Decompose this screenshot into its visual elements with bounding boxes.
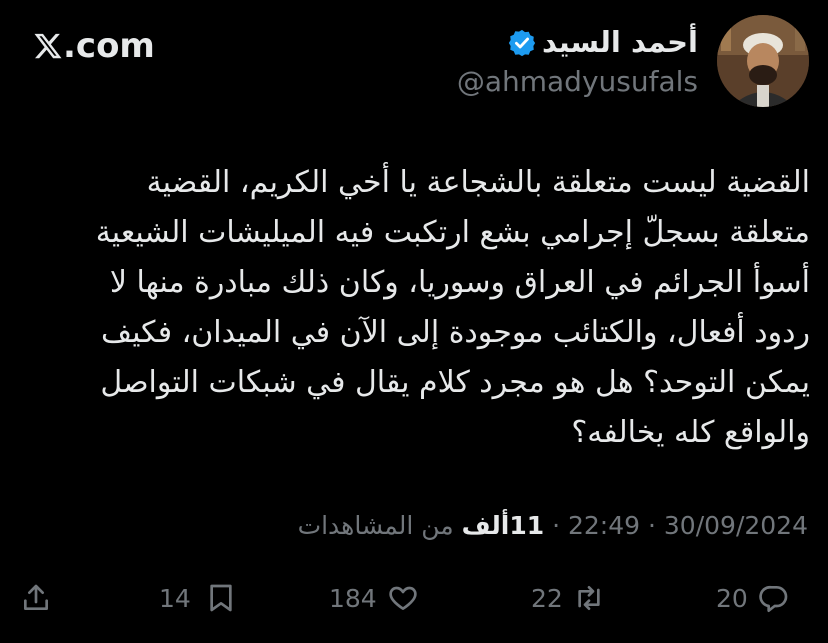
reply-button[interactable]: 20 xyxy=(716,578,790,618)
avatar[interactable] xyxy=(717,15,809,107)
tweet-line: والواقع كله يخالفه؟ xyxy=(571,415,810,450)
like-button[interactable]: 184 xyxy=(329,578,419,618)
tweet-time[interactable]: 22:49 xyxy=(568,511,640,540)
author-handle[interactable]: @ahmadyusufals xyxy=(457,64,698,100)
tweet-line: متعلقة بسجلّ إجرامي بشع ارتكبت فيه الميل… xyxy=(95,215,810,250)
tweet-text: القضية ليست متعلقة بالشجاعة يا أخي الكري… xyxy=(20,158,810,458)
tweet-line: يمكن التوحد؟ هل هو مجرد كلام يقال في شبك… xyxy=(100,365,810,400)
bookmark-icon xyxy=(210,584,232,612)
share-icon xyxy=(24,584,48,610)
bookmark-count: 14 xyxy=(159,583,191,613)
tweet-line: القضية ليست متعلقة بالشجاعة يا أخي الكري… xyxy=(146,165,810,200)
author-name[interactable]: أحمد السيد xyxy=(542,24,698,60)
heart-icon xyxy=(389,586,417,610)
tweet-line: أسوأ الجرائم في العراق وسوريا، وكان ذلك … xyxy=(109,265,810,300)
reply-icon xyxy=(759,585,788,612)
x-logo-icon xyxy=(34,33,62,59)
verified-badge-icon xyxy=(507,28,537,58)
meta-separator: · xyxy=(648,511,656,540)
repost-button[interactable]: 22 xyxy=(531,578,605,618)
tweet-meta: 30/09/2024 · 22:49 · 11ألف من المشاهدات xyxy=(298,509,808,543)
views-label: من المشاهدات xyxy=(297,511,454,540)
reply-count: 20 xyxy=(716,583,748,613)
meta-separator: · xyxy=(552,511,561,540)
share-button[interactable] xyxy=(20,578,52,618)
views-count: 11ألف xyxy=(461,511,545,540)
like-count: 184 xyxy=(329,583,377,613)
repost-icon xyxy=(578,586,600,610)
tweet-line: ردود أفعال، والكتائب موجودة إلى الآن في … xyxy=(101,315,810,350)
logo-text: .com xyxy=(63,26,155,66)
bookmark-button[interactable]: 14 xyxy=(159,578,237,618)
tweet-date[interactable]: 30/09/2024 xyxy=(664,511,808,540)
site-logo: .com xyxy=(33,26,155,66)
repost-count: 22 xyxy=(531,583,563,613)
